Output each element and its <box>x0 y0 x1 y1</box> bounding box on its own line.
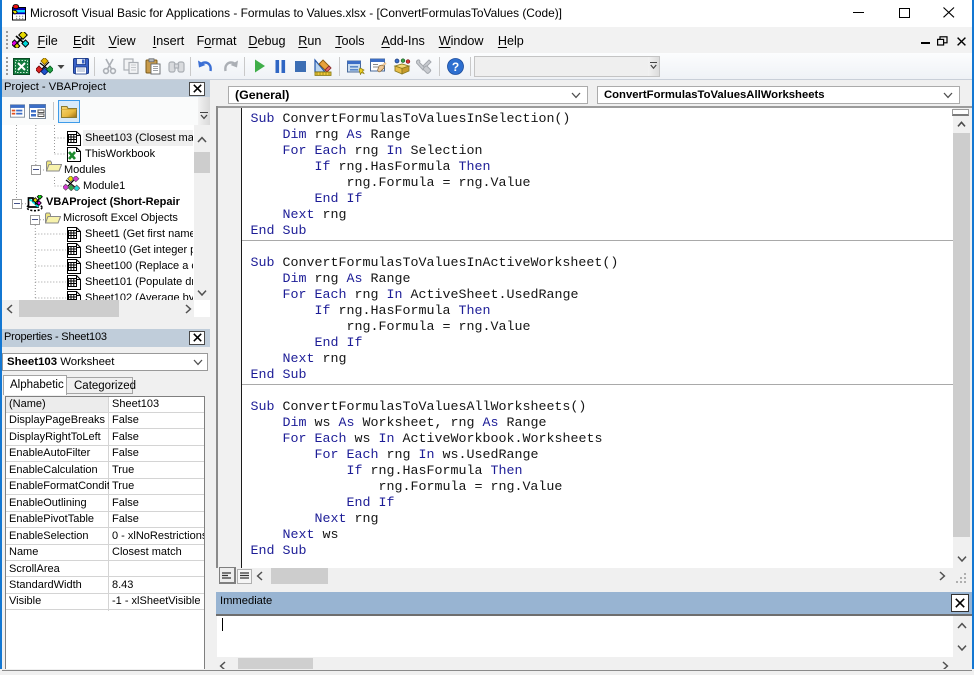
svg-text:?: ? <box>452 60 459 74</box>
